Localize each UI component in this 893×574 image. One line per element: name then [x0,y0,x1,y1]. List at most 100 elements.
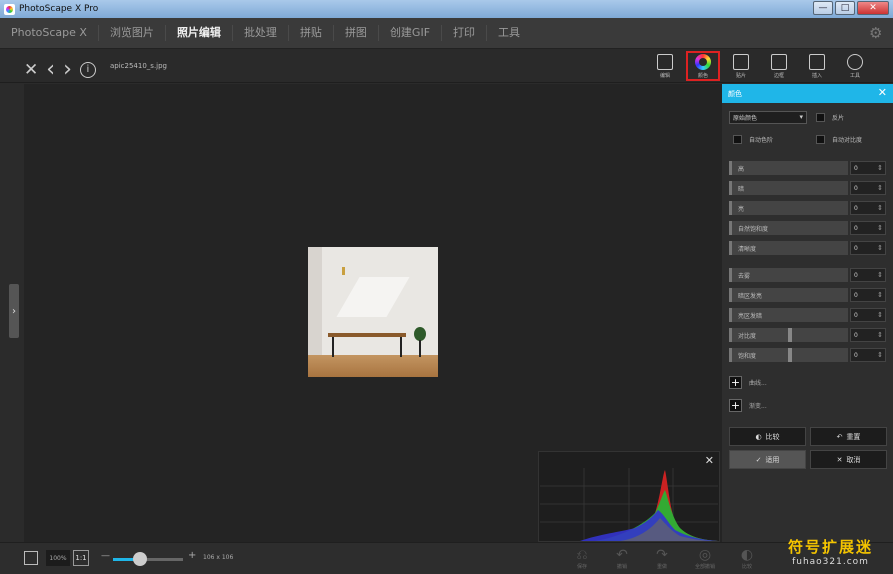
gear-icon[interactable]: ⚙ [869,25,885,41]
plus-icon: + [729,399,742,412]
slider-dehaze[interactable]: 去雾 [729,268,848,282]
reset-button[interactable]: ↶ 重置 [810,427,887,446]
menu-item-photo-edit[interactable]: 照片编辑 [166,25,233,41]
redo-button[interactable]: ↷ 重做 [645,547,679,571]
menu-item-collage[interactable]: 拼贴 [289,25,334,41]
action-label: 保存 [576,564,587,570]
compare-icon: ◐ [755,432,762,441]
menu-item-batch[interactable]: 批处理 [233,25,289,41]
slider-brighten-dark[interactable]: 暗区发亮 [729,288,848,302]
menu-item-photoscape-x[interactable]: PhotoScape X [0,25,99,41]
value-shadows[interactable]: 0 [850,181,886,195]
app-logo-icon [4,3,15,15]
save-icon: ⎌ [576,547,588,563]
zoom-out-icon[interactable]: — [101,551,110,561]
edit-tool-tabs: 编辑 颜色 贴片 边框 插入 工具 [648,51,876,81]
auto-levels-label: 自动色阶 [749,137,774,144]
value-brighten-dark[interactable]: 0 [850,288,886,302]
close-image-icon[interactable]: ✕ [24,60,38,80]
value-vibrance[interactable]: 0 [850,221,886,235]
maximize-button[interactable]: □ [835,1,855,15]
slider-vibrance[interactable]: 自然饱和度 [729,221,848,235]
close-histogram-icon[interactable]: ✕ [705,454,714,467]
compare-label: 比较 [765,432,780,441]
auto-contrast-checkbox[interactable] [816,135,825,144]
undo-all-icon: ◎ [698,547,712,563]
action-label: 重做 [656,564,667,570]
color-panel-header: 颜色 ✕ [722,84,893,103]
slider-darken-light[interactable]: 亮区发暗 [729,308,848,322]
undo-button[interactable]: ↶ 撤销 [605,547,639,571]
tab-sticker[interactable]: 贴片 [724,51,758,81]
chevron-right-icon: › [12,305,16,317]
next-image-icon[interactable]: › [63,57,72,82]
value-darken-light[interactable]: 0 [850,308,886,322]
zoom-in-icon[interactable]: + [188,550,196,561]
curves-label: 曲线... [749,380,767,387]
reset-label: 重置 [846,432,861,441]
slider-contrast[interactable]: 对比度 [729,328,848,342]
value-saturation[interactable]: 0 [850,348,886,362]
edit-icon [657,53,673,70]
insert-icon [809,53,825,70]
photo-preview[interactable] [308,247,438,377]
compare-icon: ◐ [740,547,754,563]
slider-saturation[interactable]: 饱和度 [729,348,848,362]
value-dehaze[interactable]: 0 [850,268,886,282]
split-view-icon[interactable] [24,551,38,565]
value-clarity[interactable]: 0 [850,241,886,255]
menu-item-browse[interactable]: 浏览图片 [99,25,166,41]
title-bar: PhotoScape X Pro — □ ✕ [0,0,893,18]
value-highlights[interactable]: 0 [850,161,886,175]
apply-button[interactable]: ✓ 适用 [729,450,806,469]
compare-button[interactable]: ◐ 比较 [729,427,806,446]
minimize-button[interactable]: — [813,1,833,15]
histogram-graph [540,468,718,541]
status-bar: 100% 1:1 — + 106 x 106 ⎌ 保存 ↶ 撤销 ↷ 重做 ◎ 全部撤销… [0,542,893,574]
save-button-disabled[interactable]: ⎌ 保存 [565,547,599,571]
tab-color-label: 颜色 [697,72,708,79]
close-window-button[interactable]: ✕ [857,1,889,15]
undo-all-button[interactable]: ◎ 全部撤销 [688,547,722,571]
tab-edit[interactable]: 编辑 [648,51,682,81]
menu-item-print[interactable]: 打印 [442,25,488,41]
tab-insert[interactable]: 插入 [800,51,834,81]
slider-clarity[interactable]: 清晰度 [729,241,848,255]
image-dimensions: 106 x 106 [203,554,234,561]
add-curves-row[interactable]: + 曲线... [729,376,767,389]
cancel-button[interactable]: ✕ 取消 [810,450,887,469]
tab-tools[interactable]: 工具 [838,51,872,81]
slider-highlights[interactable]: 高 [729,161,848,175]
zoom-slider-handle[interactable] [133,552,147,566]
main-menu: PhotoScape X 浏览图片 照片编辑 批处理 拼贴 拼图 创建GIF 打… [0,18,893,49]
menu-item-tools[interactable]: 工具 [487,25,531,41]
menu-item-combine[interactable]: 拼图 [334,25,379,41]
previous-image-icon[interactable]: ‹ [46,57,55,82]
menu-item-create-gif[interactable]: 创建GIF [379,25,443,41]
tab-frame[interactable]: 边框 [762,51,796,81]
auto-levels-checkbox[interactable] [733,135,742,144]
gradient-label: 渐变... [749,403,767,410]
histogram-panel: ✕ [538,451,720,542]
slider-brightness[interactable]: 亮 [729,201,848,215]
value-brightness[interactable]: 0 [850,201,886,215]
action-label: 比较 [741,564,752,570]
tools-icon [847,53,863,70]
close-panel-icon[interactable]: ✕ [878,86,887,99]
color-mode-select[interactable]: 原始颜色 [729,111,807,124]
invert-label: 反片 [832,115,845,122]
slider-shadows[interactable]: 暗 [729,181,848,195]
compare-status-button[interactable]: ◐ 比较 [730,547,764,571]
tab-color[interactable]: 颜色 [686,51,720,81]
tab-frame-label: 边框 [773,72,784,79]
value-contrast[interactable]: 0 [850,328,886,342]
invert-checkbox[interactable] [816,113,825,122]
zoom-slider[interactable] [113,558,183,561]
info-icon[interactable]: i [79,61,96,78]
add-gradient-row[interactable]: + 渐变... [729,399,767,412]
tab-insert-label: 插入 [811,72,822,79]
actual-size-button[interactable]: 1:1 [73,550,89,566]
tab-tools-label: 工具 [849,72,860,79]
zoom-level[interactable]: 100% [46,550,70,566]
expand-sidebar-handle[interactable]: › [9,284,19,338]
